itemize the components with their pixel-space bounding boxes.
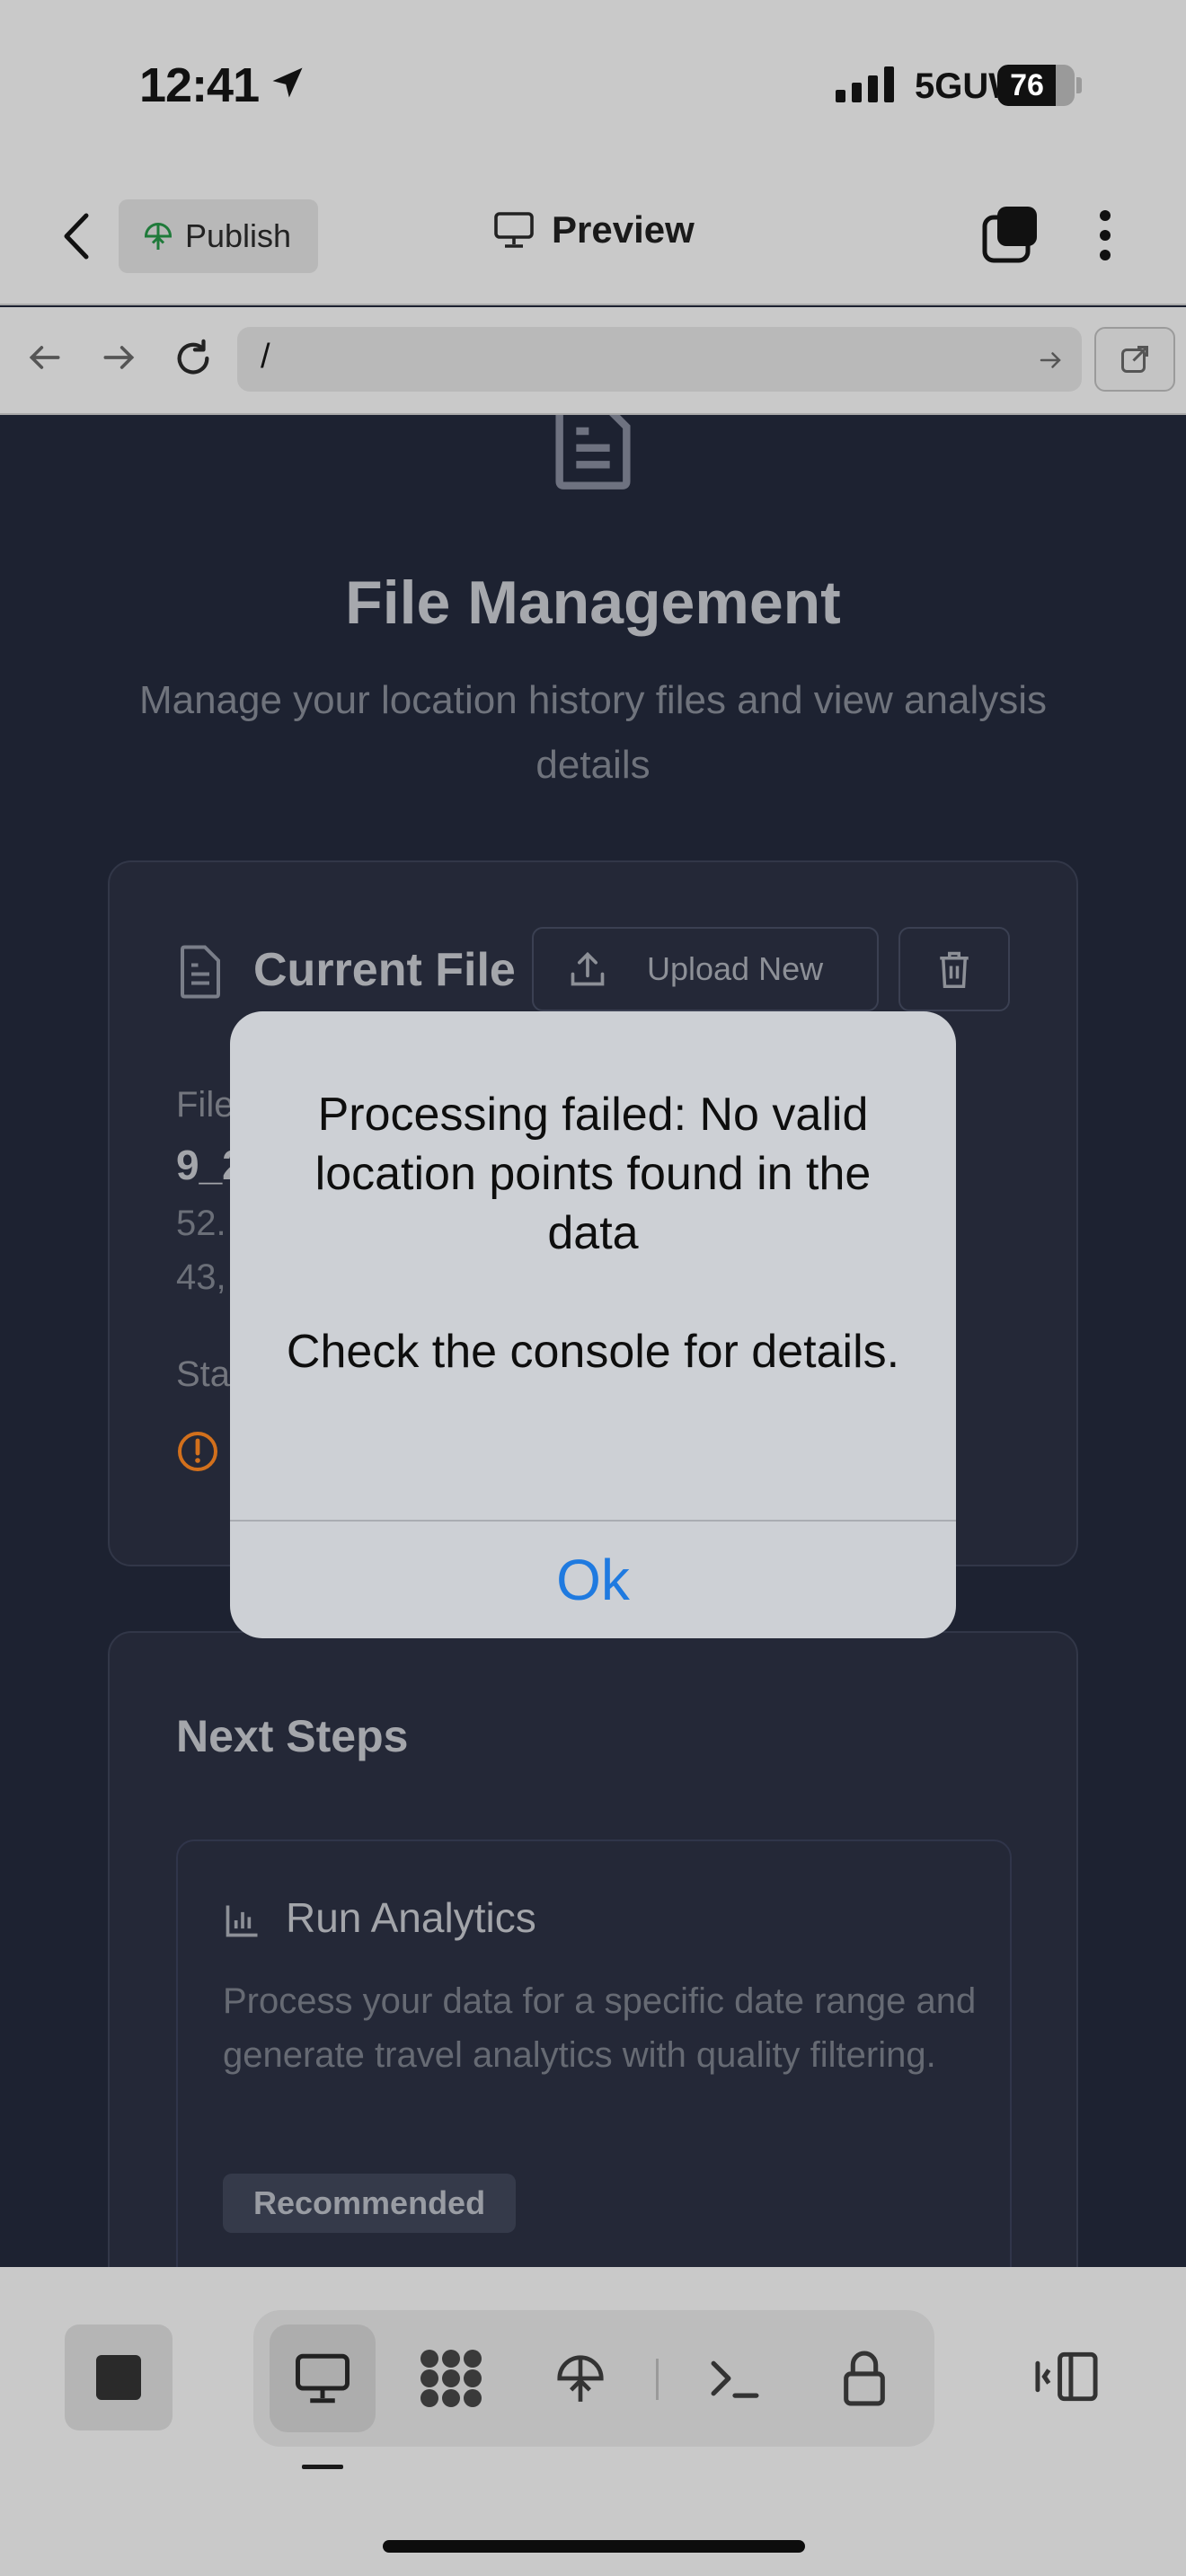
alert-message: Processing failed: No valid location poi… [314, 1089, 872, 1259]
error-alert-dialog: Processing failed: No valid location poi… [230, 1011, 956, 1638]
run-analytics-option[interactable]: Run Analytics Process your data for a sp… [176, 1839, 1012, 2267]
status-time: 12:41 [139, 58, 260, 112]
terminal-icon [711, 2360, 759, 2398]
open-external-button[interactable] [1094, 327, 1175, 392]
page-title: File Management [345, 569, 841, 637]
url-input[interactable]: / [237, 327, 1082, 392]
preview-tab[interactable]: Preview [492, 208, 695, 251]
sidebar-toggle-icon[interactable] [1033, 2350, 1100, 2404]
tool-separator [656, 2359, 659, 2400]
upload-new-label: Upload New [647, 950, 824, 987]
cellular-signal-icon [836, 66, 894, 102]
file-size: 52. [176, 1204, 226, 1243]
warning-icon [178, 1432, 217, 1471]
publish-icon [144, 223, 173, 250]
active-tool-indicator [302, 2465, 343, 2469]
ok-button[interactable]: Ok [230, 1522, 956, 1638]
publish-button[interactable]: Publish [119, 199, 318, 273]
url-text: / [261, 338, 270, 375]
go-arrow-icon[interactable] [1037, 347, 1064, 374]
workspace-tool-button[interactable] [401, 2325, 501, 2432]
monitor-icon [296, 2353, 350, 2404]
battery-tip [1076, 77, 1082, 93]
preview-label: Preview [552, 208, 695, 251]
status-label: Sta [176, 1354, 231, 1394]
grid-blob-icon [420, 2350, 482, 2407]
document-icon [555, 415, 631, 490]
file-icon [181, 945, 220, 999]
bar-chart-icon [226, 1905, 258, 1937]
monitor-icon [494, 212, 534, 248]
file-label: File [176, 1085, 235, 1125]
stop-icon [96, 2355, 141, 2400]
current-file-title: Current File [253, 944, 516, 996]
console-tool-button[interactable] [685, 2325, 785, 2432]
run-analytics-title: Run Analytics [286, 1894, 536, 1941]
publish-label: Publish [185, 217, 292, 254]
upload-new-button[interactable]: Upload New [532, 927, 879, 1011]
alert-detail: Check the console for details. [286, 1326, 900, 1378]
nav-forward-icon[interactable] [99, 338, 138, 377]
secrets-tool-button[interactable] [814, 2325, 915, 2432]
delete-file-button[interactable] [898, 927, 1010, 1011]
battery-percent: 76 [1010, 68, 1044, 102]
battery-icon: 76 [997, 65, 1075, 106]
recommended-badge: Recommended [223, 2174, 517, 2233]
upload-icon [571, 951, 605, 986]
run-analytics-description: Process your data for a specific date ra… [223, 1981, 977, 2075]
next-steps-card: Next Steps Run Analytics Process your da… [108, 1631, 1078, 2267]
publish-icon [557, 2355, 604, 2402]
back-chevron-icon[interactable] [56, 205, 95, 268]
next-steps-title: Next Steps [176, 1711, 409, 1761]
lock-icon [844, 2351, 885, 2406]
trash-icon [940, 951, 969, 988]
location-arrow-icon [272, 67, 303, 98]
reload-icon[interactable] [173, 338, 214, 379]
tabs-icon[interactable] [981, 205, 1040, 264]
external-link-icon [1121, 346, 1148, 373]
preview-tool-button[interactable] [270, 2325, 376, 2432]
stop-button[interactable] [65, 2325, 173, 2430]
home-indicator [383, 2540, 805, 2553]
nav-back-icon[interactable] [25, 338, 65, 377]
file-points: 43, [176, 1257, 226, 1297]
deploy-tool-button[interactable] [530, 2325, 631, 2432]
page-subtitle: Manage your location history files and v… [138, 678, 1048, 787]
more-menu-icon[interactable] [1089, 208, 1121, 262]
